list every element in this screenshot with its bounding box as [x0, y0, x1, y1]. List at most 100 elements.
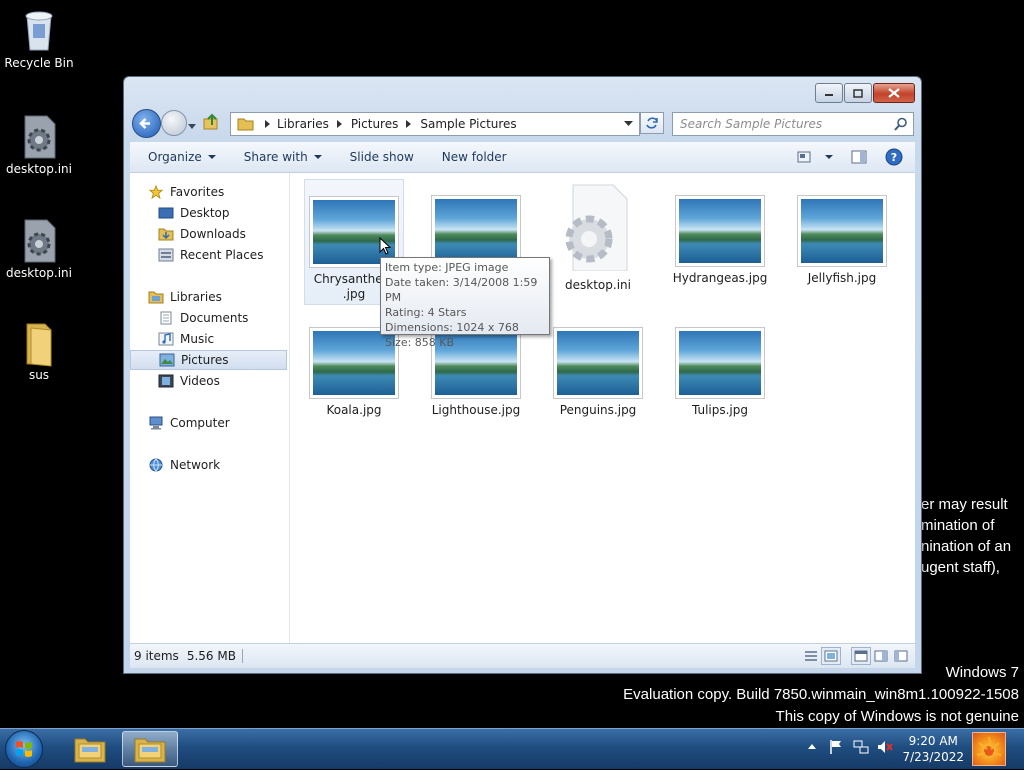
command-bar: Organize Share with Slide show New folde…: [130, 142, 915, 173]
up-folder-button[interactable]: [202, 113, 220, 134]
explorer-body: Favorites Desktop Downloads Recent Place…: [130, 173, 915, 643]
taskbar-explorer-active[interactable]: [122, 731, 178, 767]
chevron-down-icon: [825, 155, 833, 159]
network-icon: [149, 458, 163, 472]
show-hidden-icons-icon[interactable]: [807, 741, 817, 751]
recent-pages-dropdown[interactable]: [188, 119, 196, 133]
nav-libraries[interactable]: Libraries: [130, 287, 287, 307]
nav-documents[interactable]: Documents: [130, 308, 287, 328]
nav-recent-places[interactable]: Recent Places: [130, 245, 287, 265]
slide-show-button[interactable]: Slide show: [336, 142, 428, 172]
share-with-menu[interactable]: Share with: [230, 142, 336, 172]
computer-icon: [149, 416, 163, 430]
desktop-icon-desktop-ini-1[interactable]: desktop.ini: [1, 114, 77, 176]
file-item-hydrangeas[interactable]: Hydrangeas.jpg: [670, 195, 770, 285]
nav-pictures[interactable]: Pictures: [130, 350, 287, 370]
file-name: Hydrangeas.jpg: [672, 271, 768, 285]
view-options-dropdown[interactable]: [817, 142, 841, 172]
layout-icon: [854, 650, 868, 662]
clock-time: 9:20 AM: [908, 734, 958, 748]
nav-downloads[interactable]: Downloads: [130, 224, 287, 244]
volume-muted-icon[interactable]: [877, 739, 893, 755]
file-item-desktop-ini[interactable]: desktop.ini: [548, 183, 648, 292]
clock-date: 7/23/2022: [902, 750, 964, 764]
desktop-icon-label: desktop.ini: [6, 266, 72, 280]
nav-favorites[interactable]: Favorites: [130, 182, 287, 202]
back-arrow-icon: [139, 118, 150, 129]
windows-logo-icon: [16, 741, 32, 757]
forward-button[interactable]: [161, 110, 187, 136]
downloads-folder-icon: [158, 228, 174, 241]
address-bar[interactable]: Libraries Pictures Sample Pictures: [230, 112, 640, 136]
chevron-down-icon: [207, 155, 216, 159]
folder-up-icon: [203, 113, 218, 130]
image-thumbnail: [553, 327, 643, 399]
layout-button-1[interactable]: [851, 647, 871, 665]
tooltip-rating: Rating: 4 Stars: [385, 306, 467, 319]
tooltip-date-taken: Date taken: 3/14/2008 1:59 PM: [385, 276, 538, 304]
chevron-down-icon: [313, 155, 322, 159]
search-box[interactable]: Search Sample Pictures: [672, 112, 914, 136]
tooltip-item-type: Item type: JPEG image: [385, 261, 509, 274]
start-button[interactable]: [5, 730, 43, 768]
file-name: Tulips.jpg: [691, 403, 749, 417]
desktop-background-text: er may result mination of nination of an…: [921, 496, 1012, 576]
taskbar-explorer-pinned[interactable]: [62, 731, 118, 767]
tooltip-size: Size: 858 KB: [385, 336, 455, 349]
desktop-icon-label: Recycle Bin: [4, 56, 74, 70]
folder-icon: [237, 118, 254, 131]
documents-icon: [160, 311, 172, 325]
large-icons-view-button[interactable]: [821, 647, 841, 665]
desktop-icon-recycle-bin[interactable]: Recycle Bin: [1, 8, 77, 70]
folder-icon: [134, 738, 166, 763]
details-view-button[interactable]: [801, 647, 821, 665]
file-item-jellyfish[interactable]: Jellyfish.jpg: [792, 195, 892, 285]
status-bar: 9 items 5.56 MB: [130, 643, 915, 668]
breadcrumb-sample-pictures[interactable]: Sample Pictures: [420, 117, 516, 131]
desktop-icon-desktop-ini-2[interactable]: desktop.ini: [1, 218, 77, 280]
help-button[interactable]: ?: [877, 142, 915, 172]
desktop-icon-label: desktop.ini: [6, 162, 72, 176]
nav-music[interactable]: Music: [130, 329, 287, 349]
nav-desktop[interactable]: Desktop: [130, 203, 287, 223]
file-name: Koala.jpg: [326, 403, 382, 417]
nav-videos[interactable]: Videos: [130, 371, 287, 391]
search-placeholder: Search Sample Pictures: [680, 117, 823, 131]
network-status-icon[interactable]: [853, 739, 869, 755]
address-dropdown-icon[interactable]: [624, 121, 633, 127]
nav-computer[interactable]: Computer: [130, 413, 287, 433]
desktop-icon-sus-folder[interactable]: sus: [1, 320, 77, 382]
maximize-button[interactable]: [844, 83, 872, 103]
new-folder-button[interactable]: New folder: [428, 142, 521, 172]
desktop-icon: [158, 207, 174, 219]
action-center-flag-icon[interactable]: [829, 739, 843, 755]
preview-pane-button[interactable]: [841, 142, 877, 172]
layout-icon: [894, 650, 908, 662]
back-button[interactable]: [132, 109, 161, 138]
minimize-icon: [825, 94, 833, 96]
navigation-pane: Favorites Desktop Downloads Recent Place…: [130, 173, 290, 643]
preview-pane-icon: [851, 150, 867, 164]
organize-menu[interactable]: Organize: [130, 142, 230, 172]
layout-button-3[interactable]: [891, 647, 911, 665]
close-button[interactable]: [873, 83, 915, 103]
breadcrumb-libraries[interactable]: Libraries: [277, 117, 329, 131]
view-icon: [797, 151, 811, 163]
user-picture-icon: [976, 736, 1002, 756]
file-name: Lighthouse.jpg: [431, 403, 521, 417]
refresh-button[interactable]: [640, 112, 664, 134]
system-clock[interactable]: 9:20 AM 7/23/2022: [902, 733, 964, 765]
layout-icon: [874, 650, 888, 662]
file-item-penguins[interactable]: Penguins.jpg: [548, 327, 648, 417]
navigation-bar: Libraries Pictures Sample Pictures Searc…: [130, 108, 915, 138]
image-thumbnail: [675, 327, 765, 399]
music-icon: [158, 332, 174, 346]
file-item-tulips[interactable]: Tulips.jpg: [670, 327, 770, 417]
breadcrumb-pictures[interactable]: Pictures: [351, 117, 399, 131]
tooltip-dimensions: Dimensions: 1024 x 768: [385, 321, 519, 334]
minimize-button[interactable]: [815, 83, 843, 103]
nav-network[interactable]: Network: [130, 455, 287, 475]
layout-button-2[interactable]: [871, 647, 891, 665]
change-view-button[interactable]: [791, 142, 817, 172]
show-desktop-button[interactable]: [972, 732, 1006, 766]
